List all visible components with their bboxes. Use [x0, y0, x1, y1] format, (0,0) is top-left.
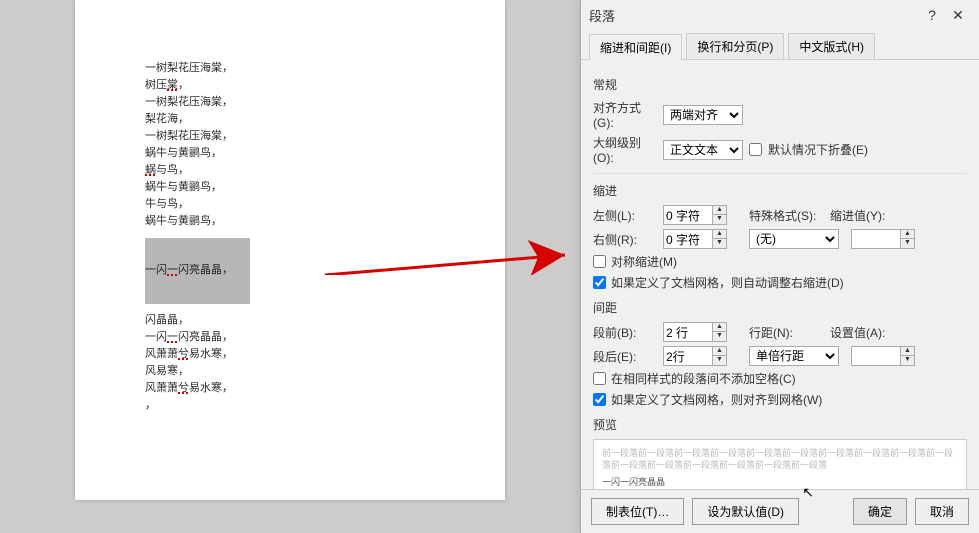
spin-up-icon[interactable]: ▲ — [713, 206, 726, 215]
cursor-icon: ↖ — [802, 484, 814, 501]
spin-up-icon[interactable]: ▲ — [901, 347, 914, 356]
special-label: 特殊格式(S): — [749, 207, 824, 224]
indent-right-spinner[interactable]: ▲▼ — [663, 229, 727, 249]
doc-line: 牛与鸟， — [145, 196, 250, 213]
spin-down-icon[interactable]: ▼ — [713, 356, 726, 365]
group-spacing: 间距 — [593, 299, 967, 316]
spin-down-icon[interactable]: ▼ — [901, 356, 914, 365]
spin-down-icon[interactable]: ▼ — [713, 215, 726, 224]
nostyle-label: 在相同样式的段落间不添加空格(C) — [611, 370, 796, 387]
preview-box: 前一段落前一段落前一段落前一段落前一段落前一段落前一段落前一段落前一段落前一段落… — [593, 439, 967, 489]
snapgrid-label: 如果定义了文档网格，则对齐到网格(W) — [611, 391, 822, 408]
align-select[interactable]: 两端对齐 — [663, 105, 743, 125]
doc-line: 风易寒， — [145, 363, 250, 380]
doc-line: 一树梨花压海棠， — [145, 60, 250, 77]
spin-up-icon[interactable]: ▲ — [713, 230, 726, 239]
doc-line: 风萧萧兮易水寒， — [145, 380, 250, 397]
collapse-label: 默认情况下折叠(E) — [768, 141, 868, 158]
close-button[interactable]: ✕ — [945, 7, 971, 24]
outline-label: 大纲级别(O): — [593, 134, 657, 165]
ok-button[interactable]: 确定 — [853, 498, 907, 525]
dialog-footer: 制表位(T)… 设为默认值(D) 确定 取消 — [581, 489, 979, 533]
selected-paragraph[interactable]: 一闪一闪亮晶晶， — [145, 238, 250, 303]
after-label: 段后(E): — [593, 348, 657, 365]
group-general: 常规 — [593, 76, 967, 93]
group-preview: 预览 — [593, 416, 967, 433]
doc-line: 蜗牛与黄鹂鸟， — [145, 145, 250, 162]
dialog-panel: 常规 对齐方式(G): 两端对齐 大纲级别(O): 正文文本 默认情况下折叠(E… — [581, 60, 979, 489]
paragraph-dialog: 段落 ? ✕ 缩进和间距(I) 换行和分页(P) 中文版式(H) 常规 对齐方式… — [580, 0, 979, 533]
mirror-checkbox[interactable] — [593, 255, 606, 268]
doc-line: ， — [145, 397, 250, 414]
setval-spinner[interactable]: ▲▼ — [851, 346, 915, 366]
before-spinner[interactable]: ▲▼ — [663, 322, 727, 342]
help-button[interactable]: ? — [919, 7, 945, 23]
spin-up-icon[interactable]: ▲ — [713, 323, 726, 332]
collapse-checkbox[interactable] — [749, 143, 762, 156]
align-label: 对齐方式(G): — [593, 99, 657, 130]
document-page: 一树梨花压海棠，树压棠，一树梨花压海棠，梨花海，一树梨花压海棠，蜗牛与黄鹂鸟，蜗… — [75, 0, 505, 500]
grid-indent-label: 如果定义了文档网格，则自动调整右缩进(D) — [611, 274, 844, 291]
outline-select[interactable]: 正文文本 — [663, 140, 743, 160]
dialog-title: 段落 — [589, 6, 919, 25]
linesp-select[interactable]: 单倍行距 — [749, 346, 839, 366]
before-label: 段前(B): — [593, 324, 657, 341]
doc-line: 风萧萧兮易水寒， — [145, 346, 250, 363]
after-spinner[interactable]: ▲▼ — [663, 346, 727, 366]
doc-line: 树压棠， — [145, 77, 250, 94]
special-select[interactable]: (无) — [749, 229, 839, 249]
tabs-button[interactable]: 制表位(T)… — [591, 498, 684, 525]
spin-down-icon[interactable]: ▼ — [713, 239, 726, 248]
preview-grey-top: 前一段落前一段落前一段落前一段落前一段落前一段落前一段落前一段落前一段落前一段落… — [602, 448, 958, 471]
spin-down-icon[interactable]: ▼ — [713, 332, 726, 341]
snapgrid-checkbox[interactable] — [593, 393, 606, 406]
doc-line: 一闪一闪亮晶晶， — [145, 329, 250, 346]
doc-line: 蜗牛与黄鹂鸟， — [145, 179, 250, 196]
grid-indent-checkbox[interactable] — [593, 276, 606, 289]
preview-sample: 一闪一闪亮晶晶 — [602, 477, 958, 489]
group-indent: 缩进 — [593, 182, 967, 199]
indentval-label: 缩进值(Y): — [830, 207, 905, 224]
default-button[interactable]: 设为默认值(D) — [692, 498, 799, 525]
document-workspace: 一树梨花压海棠，树压棠，一树梨花压海棠，梨花海，一树梨花压海棠，蜗牛与黄鹂鸟，蜗… — [0, 0, 580, 533]
indent-right-label: 右侧(R): — [593, 231, 657, 248]
cancel-button[interactable]: 取消 — [915, 498, 969, 525]
doc-line: 一树梨花压海棠， — [145, 128, 250, 145]
doc-line: 蜗牛与黄鹂鸟， — [145, 213, 250, 230]
doc-line: 闪晶晶， — [145, 312, 250, 329]
dialog-titlebar: 段落 ? ✕ — [581, 0, 979, 30]
linesp-label: 行距(N): — [749, 324, 824, 341]
indentval-spinner[interactable]: ▲▼ — [851, 229, 915, 249]
dialog-tabs: 缩进和间距(I) 换行和分页(P) 中文版式(H) — [581, 30, 979, 60]
indent-left-spinner[interactable]: ▲▼ — [663, 205, 727, 225]
mirror-label: 对称缩进(M) — [611, 253, 677, 270]
tab-line-page[interactable]: 换行和分页(P) — [686, 33, 784, 59]
indent-left-label: 左侧(L): — [593, 207, 657, 224]
tab-asian[interactable]: 中文版式(H) — [788, 33, 875, 59]
doc-line: 蜗与鸟， — [145, 162, 250, 179]
tab-indent-spacing[interactable]: 缩进和间距(I) — [589, 34, 682, 60]
doc-line: 一树梨花压海棠， — [145, 94, 250, 111]
spin-up-icon[interactable]: ▲ — [901, 230, 914, 239]
setval-label: 设置值(A): — [830, 324, 905, 341]
spin-down-icon[interactable]: ▼ — [901, 239, 914, 248]
nostyle-checkbox[interactable] — [593, 372, 606, 385]
spin-up-icon[interactable]: ▲ — [713, 347, 726, 356]
doc-line: 梨花海， — [145, 111, 250, 128]
